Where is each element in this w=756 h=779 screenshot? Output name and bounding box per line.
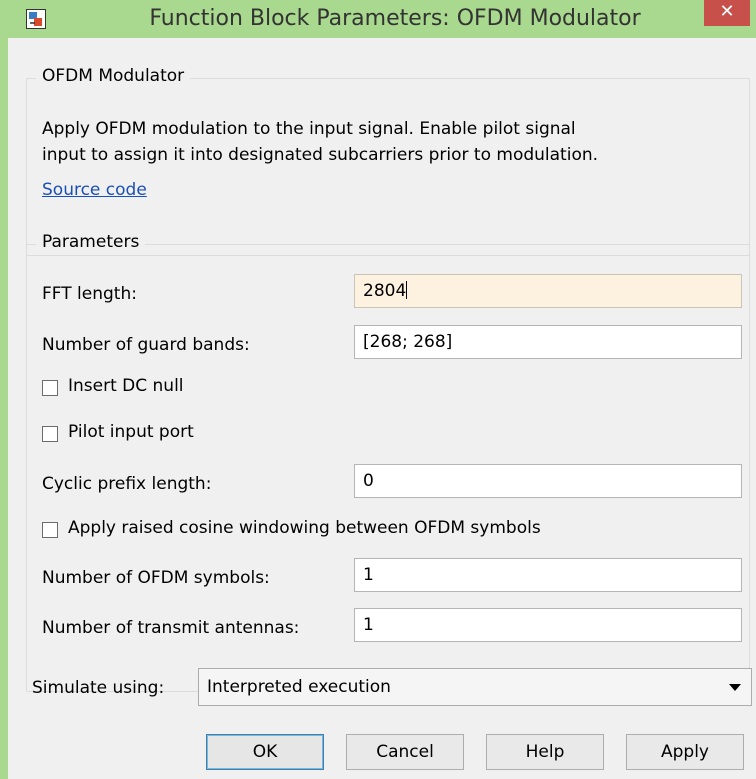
block-group-legend: OFDM Modulator (36, 66, 191, 86)
pilot-input-port-label[interactable]: Pilot input port (68, 422, 194, 442)
source-code-link[interactable]: Source code (42, 180, 147, 200)
guard-bands-input[interactable]: [268; 268] (354, 325, 742, 359)
window-title: Function Block Parameters: OFDM Modulato… (149, 6, 641, 31)
transmit-antennas-input[interactable]: 1 (354, 608, 742, 642)
block-description-line1: Apply OFDM modulation to the input signa… (42, 119, 576, 139)
text-caret (406, 281, 408, 299)
block-description-line2: input to assign it into designated subca… (42, 145, 599, 165)
fft-length-input[interactable]: 2804 (354, 274, 742, 308)
cancel-button[interactable]: Cancel (346, 734, 464, 770)
raised-cosine-checkbox[interactable] (42, 522, 58, 538)
help-button[interactable]: Help (486, 734, 604, 770)
simulate-using-dropdown[interactable]: Interpreted execution (198, 668, 752, 706)
parameters-group-legend: Parameters (36, 232, 146, 252)
simulate-using-value: Interpreted execution (207, 677, 391, 697)
pilot-input-port-checkbox[interactable] (42, 426, 58, 442)
ofdm-symbols-label: Number of OFDM symbols: (42, 568, 270, 588)
dialog-body: OFDM Modulator Apply OFDM modulation to … (8, 38, 756, 779)
cyclic-prefix-label: Cyclic prefix length: (42, 474, 212, 494)
insert-dc-null-checkbox[interactable] (42, 380, 58, 396)
simulate-using-label: Simulate using: (32, 678, 165, 698)
ofdm-symbols-input[interactable]: 1 (354, 558, 742, 592)
close-button[interactable]: ✕ (704, 0, 750, 26)
fft-length-label: FFT length: (42, 284, 137, 304)
fft-length-value: 2804 (363, 281, 407, 301)
ok-button[interactable]: OK (206, 734, 324, 770)
cyclic-prefix-input[interactable]: 0 (354, 464, 742, 498)
dialog-window: Function Block Parameters: OFDM Modulato… (0, 0, 756, 779)
title-bar[interactable]: Function Block Parameters: OFDM Modulato… (0, 0, 756, 38)
apply-button[interactable]: Apply (626, 734, 744, 770)
guard-bands-label: Number of guard bands: (42, 335, 250, 355)
insert-dc-null-label[interactable]: Insert DC null (68, 376, 184, 396)
transmit-antennas-label: Number of transmit antennas: (42, 618, 300, 638)
dropdown-arrow-icon[interactable] (729, 684, 741, 691)
raised-cosine-label[interactable]: Apply raised cosine windowing between OF… (68, 518, 541, 538)
